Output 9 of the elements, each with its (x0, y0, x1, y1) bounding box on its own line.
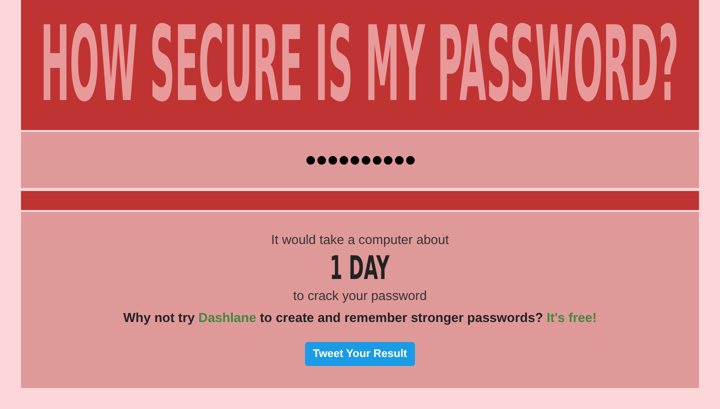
page-title: HOW SECURE IS MY PASSWORD? (40, 13, 680, 117)
crack-time: 1 DAY (330, 252, 390, 286)
promo-text: Why not try Dashlane to create and remember stronger passwords? It's free! (123, 309, 597, 327)
password-field[interactable]: ●●●●●●●●●● (21, 132, 699, 188)
outro-text: to crack your password (293, 288, 427, 304)
promo-link[interactable]: It's free! (546, 310, 597, 325)
intro-text: It would take a computer about (271, 232, 449, 248)
promo-link[interactable]: Dashlane (198, 310, 256, 325)
tweet-button[interactable]: Tweet Your Result (304, 342, 416, 366)
